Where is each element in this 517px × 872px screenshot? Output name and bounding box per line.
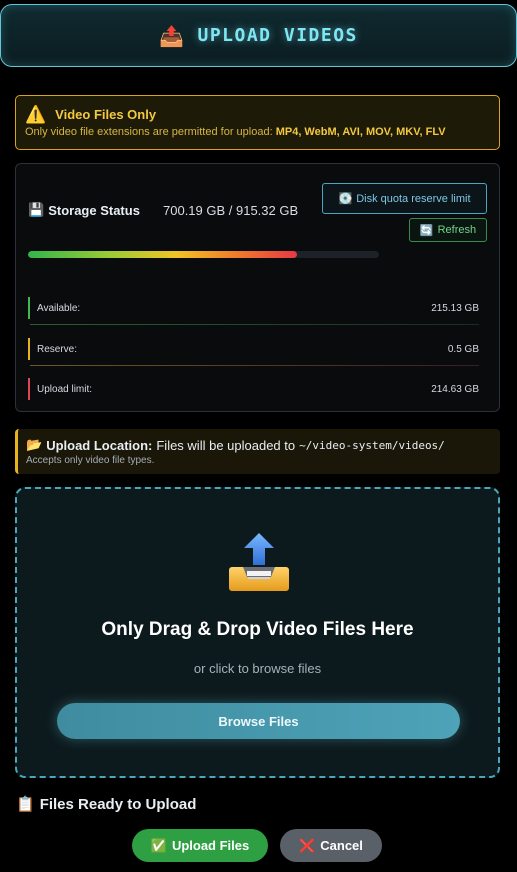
upload-location-label: Upload Location: <box>46 437 153 453</box>
disc-icon: 💽 <box>338 193 353 205</box>
warning-text-prefix: Only video file extensions are permitted… <box>25 126 273 138</box>
page-header: 📤 UPLOAD VIDEOS <box>0 4 517 67</box>
upload-files-label: Upload Files <box>171 838 250 853</box>
storage-label-text: Storage Status <box>48 202 140 218</box>
stat-row-reserve: Reserve: 0.5 GB <box>28 338 479 366</box>
drop-zone-title: Only Drag & Drop Video Files Here <box>101 619 414 640</box>
warning-title: ⚠️ Video Files Only <box>25 106 490 123</box>
refresh-label: Refresh <box>437 224 477 236</box>
cancel-button[interactable]: ❌ Cancel <box>280 829 382 862</box>
upload-location-text: Files will be uploaded to <box>156 437 296 453</box>
upload-location-line: 📂 Upload Location: Files will be uploade… <box>26 437 492 453</box>
browse-files-button[interactable]: Browse Files <box>57 703 460 739</box>
files-ready-title: Files Ready to Upload <box>39 795 197 813</box>
stat-value: 214.63 GB <box>431 383 479 395</box>
stat-divider <box>30 365 479 366</box>
upload-location: 📂 Upload Location: Files will be uploade… <box>15 429 500 474</box>
check-mark-icon: ✅ <box>150 837 167 853</box>
warning-icon: ⚠️ <box>25 105 47 124</box>
files-ready-heading: 📋 Files Ready to Upload <box>16 795 197 814</box>
video-only-warning: ⚠️ Video Files Only Only video file exte… <box>15 95 500 150</box>
storage-label: 💾 Storage Status <box>28 202 140 218</box>
stat-label: Upload limit: <box>37 383 93 395</box>
stat-value: 215.13 GB <box>431 302 479 314</box>
open-folder-icon: 📂 <box>26 437 43 452</box>
stat-divider <box>30 324 479 325</box>
page-title: 📤 UPLOAD VIDEOS <box>159 24 358 48</box>
upload-files-button[interactable]: ✅ Upload Files <box>132 829 268 862</box>
drop-zone[interactable]: Only Drag & Drop Video Files Here or cli… <box>15 487 500 778</box>
stat-label: Reserve: <box>37 343 78 355</box>
drop-zone-subtitle: or click to browse files <box>193 661 322 676</box>
refresh-icon: 🔄 <box>419 224 434 237</box>
stat-row-available: Available: 215.13 GB <box>28 297 479 325</box>
upload-page: 📤 UPLOAD VIDEOS ⚠️ Video Files Only Only… <box>0 0 517 872</box>
cross-mark-icon: ❌ <box>299 837 316 853</box>
upload-location-note: Accepts only video file types. <box>26 455 155 466</box>
storage-panel: 💾 Storage Status 700.19 GB / 915.32 GB 💽… <box>15 163 500 412</box>
floppy-disk-icon: 💾 <box>28 202 45 217</box>
upload-location-path: ~/video-system/videos/ <box>299 438 445 452</box>
upload-tray-icon <box>229 533 289 591</box>
storage-usage-bar <box>28 251 379 258</box>
stat-value: 0.5 GB <box>447 343 479 355</box>
warning-title-text: Video Files Only <box>55 107 157 122</box>
storage-usage-fill <box>28 251 297 258</box>
refresh-button[interactable]: 🔄 Refresh <box>409 218 487 242</box>
cancel-label: Cancel <box>320 838 363 853</box>
upload-tray-icon: 📤 <box>159 23 186 48</box>
allowed-extensions: MP4, WebM, AVI, MOV, MKV, FLV <box>275 126 446 138</box>
warning-text: Only video file extensions are permitted… <box>25 126 490 138</box>
disk-quota-reserve-button[interactable]: 💽 Disk quota reserve limit <box>322 183 487 214</box>
stat-row-upload-limit: Upload limit: 214.63 GB <box>28 378 479 400</box>
storage-value: 700.19 GB / 915.32 GB <box>163 203 299 218</box>
page-title-text: UPLOAD VIDEOS <box>197 25 358 46</box>
clipboard-icon: 📋 <box>16 796 35 813</box>
disk-quota-reserve-label: Disk quota reserve limit <box>356 192 471 205</box>
stat-label: Available: <box>37 302 81 314</box>
